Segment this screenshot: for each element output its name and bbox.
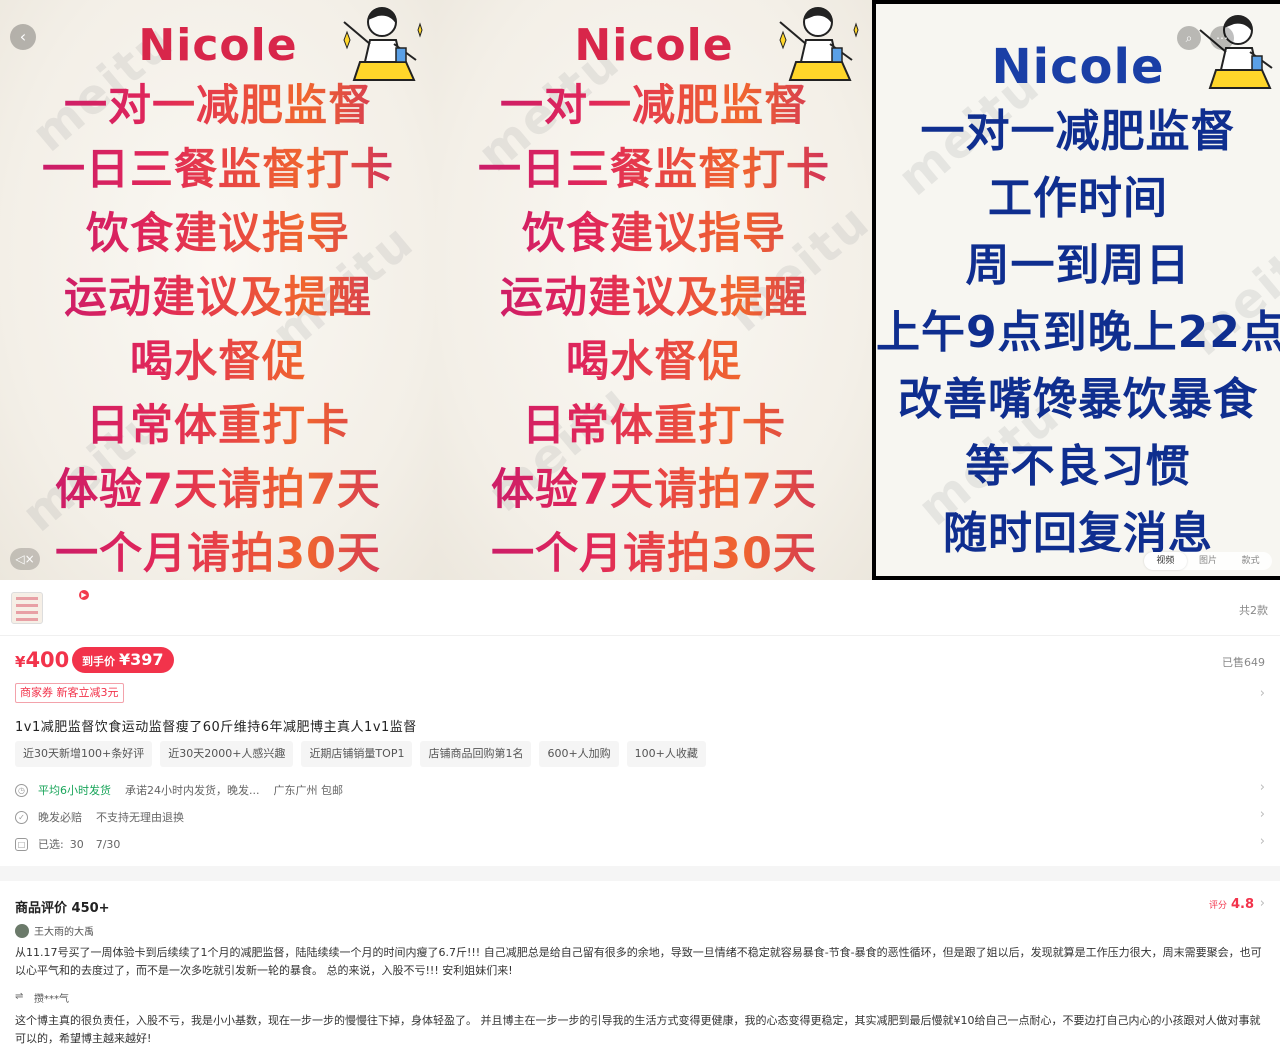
reviews-section: 商品评价 450+ 评分 4.8 › 王大雨的大禹 从11.17号买了一周体验卡到… [0, 881, 1280, 1047]
gallery-image-1[interactable]: meitu meitu meitu Nicole 一对一减肥监督 一日三餐监督打… [0, 0, 436, 580]
image-gallery[interactable]: meitu meitu meitu Nicole 一对一减肥监督 一日三餐监督打… [0, 0, 1280, 580]
feature-line: 运动建议及提醒 [0, 266, 436, 330]
feature-line: 一个月请拍30天 [0, 522, 436, 580]
review-user: 王大雨的大禹 [15, 923, 94, 938]
guarantee-item: 不支持无理由退换 [96, 811, 184, 824]
section-divider [0, 866, 1280, 881]
back-icon[interactable]: ‹ [10, 24, 36, 50]
feature-line: 一对一减肥监督 [436, 74, 872, 138]
avatar [15, 923, 29, 938]
selected-label: 已选: [38, 838, 64, 851]
media-tabs: 视频 图片 款式 [1144, 552, 1272, 570]
brand-name: Nicole [574, 20, 734, 71]
tab-video[interactable]: 视频 [1144, 552, 1187, 570]
panel-text: Nicole 一对一减肥监督 一日三餐监督打卡 饮食建议指导 运动建议及提醒 喝… [436, 18, 872, 580]
truck-icon: ◷ [15, 783, 28, 797]
review-user: ⇌ 攒***气 [15, 990, 69, 1006]
gallery-image-3[interactable]: meitu meitu meitu Nicole 一对一减肥监督 工作时间 周一… [872, 0, 1280, 580]
product-page: meitu meitu meitu Nicole 一对一减肥监督 一日三餐监督打… [0, 0, 1280, 1047]
price-value: 400 [25, 648, 70, 672]
search-icon[interactable]: ⌕ [1177, 26, 1201, 50]
feature-line: 饮食建议指导 [436, 202, 872, 266]
shield-icon: ✓ [15, 810, 28, 824]
product-tags: 近30天新增100+条好评 近30天2000+人感兴趣 近期店铺销量TOP1 店… [15, 741, 706, 767]
product-title: 1v1减肥监督饮食运动监督瘦了60斤维持6年减肥博主真人1v1监督 [15, 720, 417, 735]
gallery-image-2[interactable]: meitu meitu meitu Nicole 一对一减肥监督 一日三餐监督打… [436, 0, 872, 580]
brand-name: Nicole [138, 20, 298, 71]
feature-line: 体验7天请拍7天 [0, 458, 436, 522]
feature-line: 上午9点到晚上22点 [876, 307, 1280, 358]
feature-line: 一日三餐监督打卡 [436, 138, 872, 202]
selected-value: 30 [69, 837, 84, 851]
feature-line: 等不良习惯 [965, 441, 1191, 492]
panel-text: Nicole 一对一减肥监督 工作时间 周一到周日 上午9点到晚上22点 改善嘴… [876, 36, 1280, 567]
feature-line: 工作时间 [988, 173, 1168, 224]
feature-line: 周一到周日 [965, 240, 1191, 291]
feature-line: 一个月请拍30天 [436, 522, 872, 580]
final-price-badge: 到手价 ¥397 [72, 647, 174, 673]
box-icon: □ [15, 837, 28, 851]
feature-line: 日常体重打卡 [436, 394, 872, 458]
sold-count: 已售649 [1222, 656, 1265, 669]
review-text: 从11.17号买了一周体验卡到后续续了1个月的减肥监督，陆陆续续一个月的时间内瘦… [15, 946, 1262, 977]
shipping-promise: 承诺24小时内发货，晚发... [125, 784, 260, 797]
chevron-right-icon[interactable]: › [1260, 834, 1265, 849]
feature-line: 一对一减肥监督 [0, 74, 436, 138]
coupon-badge[interactable]: 商家券 新客立减3元 [15, 683, 124, 703]
style-thumbnail[interactable] [11, 592, 43, 624]
price: ¥400 [15, 648, 69, 672]
reviews-title[interactable]: 商品评价 450+ [15, 897, 110, 916]
chevron-right-icon[interactable]: › [1260, 896, 1265, 911]
product-tag: 600+人加购 [539, 741, 619, 767]
product-tag: 近期店铺销量TOP1 [301, 741, 413, 767]
feature-line: 一对一减肥监督 [920, 106, 1236, 157]
review-username: 攒***气 [34, 994, 69, 1005]
review-score[interactable]: 评分 4.8 [1209, 897, 1254, 912]
guarantee-row[interactable]: ✓ 晚发必赔 不支持无理由退换 [15, 809, 184, 825]
product-tag: 近30天新增100+条好评 [15, 741, 153, 767]
currency-symbol: ¥ [15, 653, 26, 671]
feature-line: 一日三餐监督打卡 [0, 138, 436, 202]
score-value: 4.8 [1230, 897, 1254, 912]
style-thumbnails: 共2款 [0, 580, 1280, 636]
feature-line: 喝水督促 [0, 330, 436, 394]
tab-style[interactable]: 款式 [1229, 552, 1272, 570]
chevron-right-icon[interactable]: › [1260, 807, 1265, 822]
feature-line: 改善嘴馋暴饮暴食 [898, 374, 1258, 425]
tab-image[interactable]: 图片 [1187, 552, 1230, 570]
feature-line: 体验7天请拍7天 [436, 458, 872, 522]
review-text: 这个博主真的很负责任，入股不亏，我是小小基数，现在一步一步的慢慢往下掉，身体轻盈… [15, 1014, 1261, 1045]
avatar: ⇌ [15, 990, 24, 1002]
product-tag: 100+人收藏 [626, 741, 706, 767]
guarantee-item: 晚发必赔 [38, 811, 82, 824]
product-tag: 店铺商品回购第1名 [420, 741, 532, 767]
feature-line: 运动建议及提醒 [436, 266, 872, 330]
product-tag: 近30天2000+人感兴趣 [160, 741, 294, 767]
product-info: ¥400 到手价 ¥397 已售649 商家券 新客立减3元 › 1v1减肥监督饮… [0, 636, 1280, 866]
mute-icon[interactable]: ◁× [10, 548, 40, 570]
final-price-value: ¥397 [119, 650, 164, 669]
final-price-label: 到手价 [82, 655, 115, 668]
play-icon: ▶ [79, 590, 89, 600]
feature-line: 饮食建议指导 [0, 202, 436, 266]
feature-line: 日常体重打卡 [0, 394, 436, 458]
shipping-origin: 广东广州 包邮 [273, 784, 344, 797]
shipping-row[interactable]: ◷ 平均6小时发货 承诺24小时内发货，晚发... 广东广州 包邮 [15, 782, 343, 798]
style-count[interactable]: 共2款 [1239, 602, 1268, 618]
more-icon[interactable]: ⋯ [1210, 26, 1234, 50]
selected-value: 7/30 [95, 837, 121, 851]
selected-spec-row[interactable]: □ 已选: 30 7/30 [15, 836, 120, 852]
review-username: 王大雨的大禹 [34, 927, 94, 938]
shipping-highlight: 平均6小时发货 [38, 784, 111, 797]
chevron-right-icon[interactable]: › [1260, 780, 1265, 795]
panel-text: Nicole 一对一减肥监督 一日三餐监督打卡 饮食建议指导 运动建议及提醒 喝… [0, 18, 436, 580]
feature-line: 喝水督促 [436, 330, 872, 394]
chevron-right-icon[interactable]: › [1260, 686, 1265, 701]
score-label: 评分 [1208, 901, 1227, 911]
